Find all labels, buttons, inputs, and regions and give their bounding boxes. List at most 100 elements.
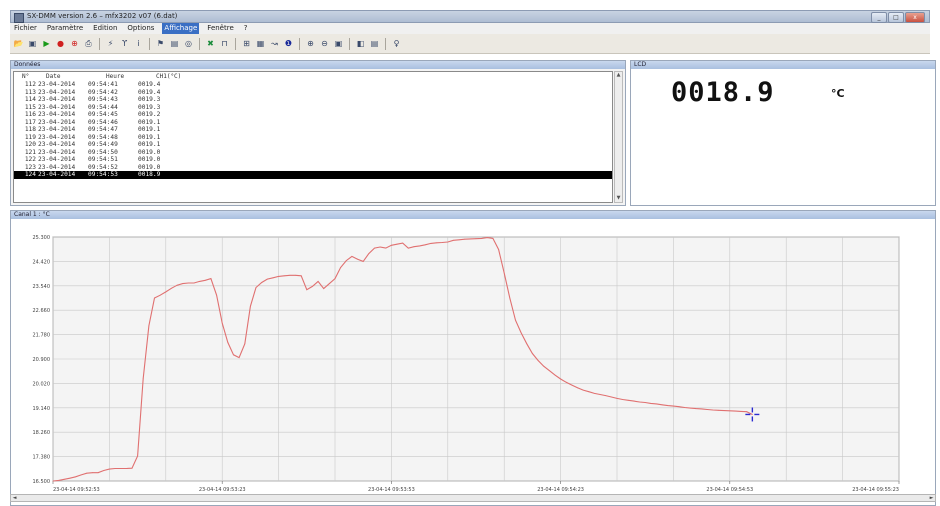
filter-icon[interactable]: ⊓ <box>219 38 230 49</box>
table-row[interactable]: 119 23-04-2014 09:54:48 0019.1 <box>14 134 612 142</box>
cell-date: 23-04-2014 <box>38 81 76 88</box>
zoom-in-icon[interactable]: ⊕ <box>305 38 316 49</box>
menu-item-3[interactable]: Options <box>125 23 156 34</box>
print-icon[interactable]: ⎙ <box>83 38 94 49</box>
table-row[interactable]: 118 23-04-2014 09:54:47 0019.1 <box>14 126 612 134</box>
cell-date: 23-04-2014 <box>38 148 76 156</box>
cell-number: 112 <box>24 81 36 88</box>
data-point <box>611 396 612 398</box>
table-row[interactable]: 121 23-04-2014 09:54:50 0019.0 <box>14 149 612 157</box>
play-icon[interactable]: ▶ <box>41 38 52 49</box>
data-point <box>712 409 714 411</box>
x-tick-label: 23-04-14 09:54:53 <box>706 487 753 493</box>
minimize-button[interactable]: _ <box>871 12 887 23</box>
data-point <box>306 289 308 291</box>
menu-item-0[interactable]: Fichier <box>12 23 39 34</box>
data-point <box>323 288 325 289</box>
data-point <box>334 278 336 279</box>
menu-item-4[interactable]: Affichage <box>162 23 200 34</box>
data-point <box>103 470 105 471</box>
data-list[interactable]: N° Date Heure CH1(°C) 112 23-04-2014 09:54… <box>13 71 613 203</box>
open-icon[interactable]: 📂 <box>13 38 24 49</box>
y-tick-label: 20.020 <box>33 381 51 387</box>
cell-value: 0019.1 <box>138 141 161 148</box>
camera-icon[interactable]: ◎ <box>183 38 194 49</box>
hint-icon[interactable]: ♀ <box>391 38 402 49</box>
scroll-up-arrow-icon[interactable]: ▲ <box>615 72 622 79</box>
table-icon[interactable]: ▤ <box>169 38 180 49</box>
data-point <box>233 354 234 356</box>
data-point <box>204 279 206 281</box>
data-point <box>419 245 420 247</box>
temperature-chart[interactable]: 16.500 17.380 18.260 19.140 20.020 20.900 21.7… <box>11 219 935 501</box>
column-header-number[interactable]: N° <box>14 72 46 81</box>
data-point <box>199 281 201 282</box>
zoom-out-icon[interactable]: ⊖ <box>319 38 330 49</box>
data-list-scrollbar[interactable]: ▲ ▼ <box>614 71 623 203</box>
menu-item-2[interactable]: Edition <box>91 23 119 34</box>
data-point <box>266 278 268 280</box>
data-point <box>407 247 409 249</box>
save-icon[interactable]: ▣ <box>27 38 38 49</box>
data-point <box>701 408 702 410</box>
layout-icon[interactable]: ▤ <box>369 38 380 49</box>
data-point <box>723 410 725 411</box>
column-header-ch1[interactable]: CH1(°C) <box>156 72 181 81</box>
chart-icon[interactable]: ▦ <box>255 38 266 49</box>
data-point <box>92 472 93 474</box>
maximize-button[interactable]: □ <box>888 12 904 23</box>
data-point <box>537 360 539 361</box>
data-point <box>436 242 437 244</box>
curve-icon[interactable]: ↝ <box>269 38 280 49</box>
zoom-fit-icon[interactable]: ▣ <box>333 38 344 49</box>
window-icon[interactable]: ◧ <box>355 38 366 49</box>
record-icon[interactable]: ⊕ <box>69 38 80 49</box>
table-row[interactable]: 116 23-04-2014 09:54:45 0019.2 <box>14 111 612 119</box>
y-tick-label: 24.420 <box>33 259 51 265</box>
close-button[interactable]: x <box>905 12 925 23</box>
delete-icon[interactable]: ✖ <box>205 38 216 49</box>
info-icon[interactable]: ⅰ <box>133 38 144 49</box>
menu-item-5[interactable]: Fenêtre <box>205 23 235 34</box>
data-point <box>582 389 584 391</box>
scroll-right-arrow-icon[interactable]: ► <box>928 495 935 501</box>
data-point <box>599 394 601 395</box>
table-row[interactable]: 122 23-04-2014 09:54:51 0019.0 <box>14 156 612 164</box>
connect-icon[interactable]: ⚡ <box>105 38 116 49</box>
data-point <box>746 411 748 413</box>
data-point <box>137 455 138 457</box>
table-row[interactable]: 124 23-04-2014 09:54:53 0018.9 <box>14 171 612 179</box>
column-header-date[interactable]: Date <box>46 72 106 81</box>
cell-date: 23-04-2014 <box>38 141 76 148</box>
toolbar-separator <box>385 37 386 50</box>
scroll-down-arrow-icon[interactable]: ▼ <box>615 195 622 202</box>
data-point <box>114 468 116 469</box>
data-point <box>312 286 313 287</box>
table-row[interactable]: 112 23-04-2014 09:54:41 0019.4 <box>14 81 612 89</box>
help-circle-icon[interactable]: ❶ <box>283 38 294 49</box>
cell-time: 09:54:46 <box>88 118 118 126</box>
scroll-left-arrow-icon[interactable]: ◄ <box>11 495 18 501</box>
table-row[interactable]: 123 23-04-2014 09:54:52 0019.0 <box>14 164 612 172</box>
data-point <box>718 409 719 411</box>
data-point <box>548 370 550 371</box>
data-point <box>329 283 330 284</box>
table-row[interactable]: 114 23-04-2014 09:54:43 0019.3 <box>14 96 612 104</box>
menu-item-6[interactable]: ? <box>242 23 250 34</box>
data-point <box>627 399 629 401</box>
probe-icon[interactable]: ϒ <box>119 38 130 49</box>
table-row[interactable]: 113 23-04-2014 09:54:42 0019.4 <box>14 89 612 97</box>
chart-scrollbar[interactable]: ◄ ► <box>10 494 936 502</box>
table-row[interactable]: 120 23-04-2014 09:54:49 0019.1 <box>14 141 612 149</box>
table-row[interactable]: 115 23-04-2014 09:54:44 0019.3 <box>14 104 612 112</box>
cell-date: 23-04-2014 <box>38 118 76 126</box>
cell-time: 09:54:42 <box>88 88 118 96</box>
table-row[interactable]: 117 23-04-2014 09:54:46 0019.1 <box>14 119 612 127</box>
menu-item-1[interactable]: Paramètre <box>45 23 85 34</box>
trigger-icon[interactable]: ⚑ <box>155 38 166 49</box>
grid-icon[interactable]: ⊞ <box>241 38 252 49</box>
stop-icon[interactable]: ● <box>55 38 66 49</box>
data-point <box>125 468 127 469</box>
lcd-unit: °C <box>831 87 845 100</box>
column-header-time[interactable]: Heure <box>106 72 156 81</box>
